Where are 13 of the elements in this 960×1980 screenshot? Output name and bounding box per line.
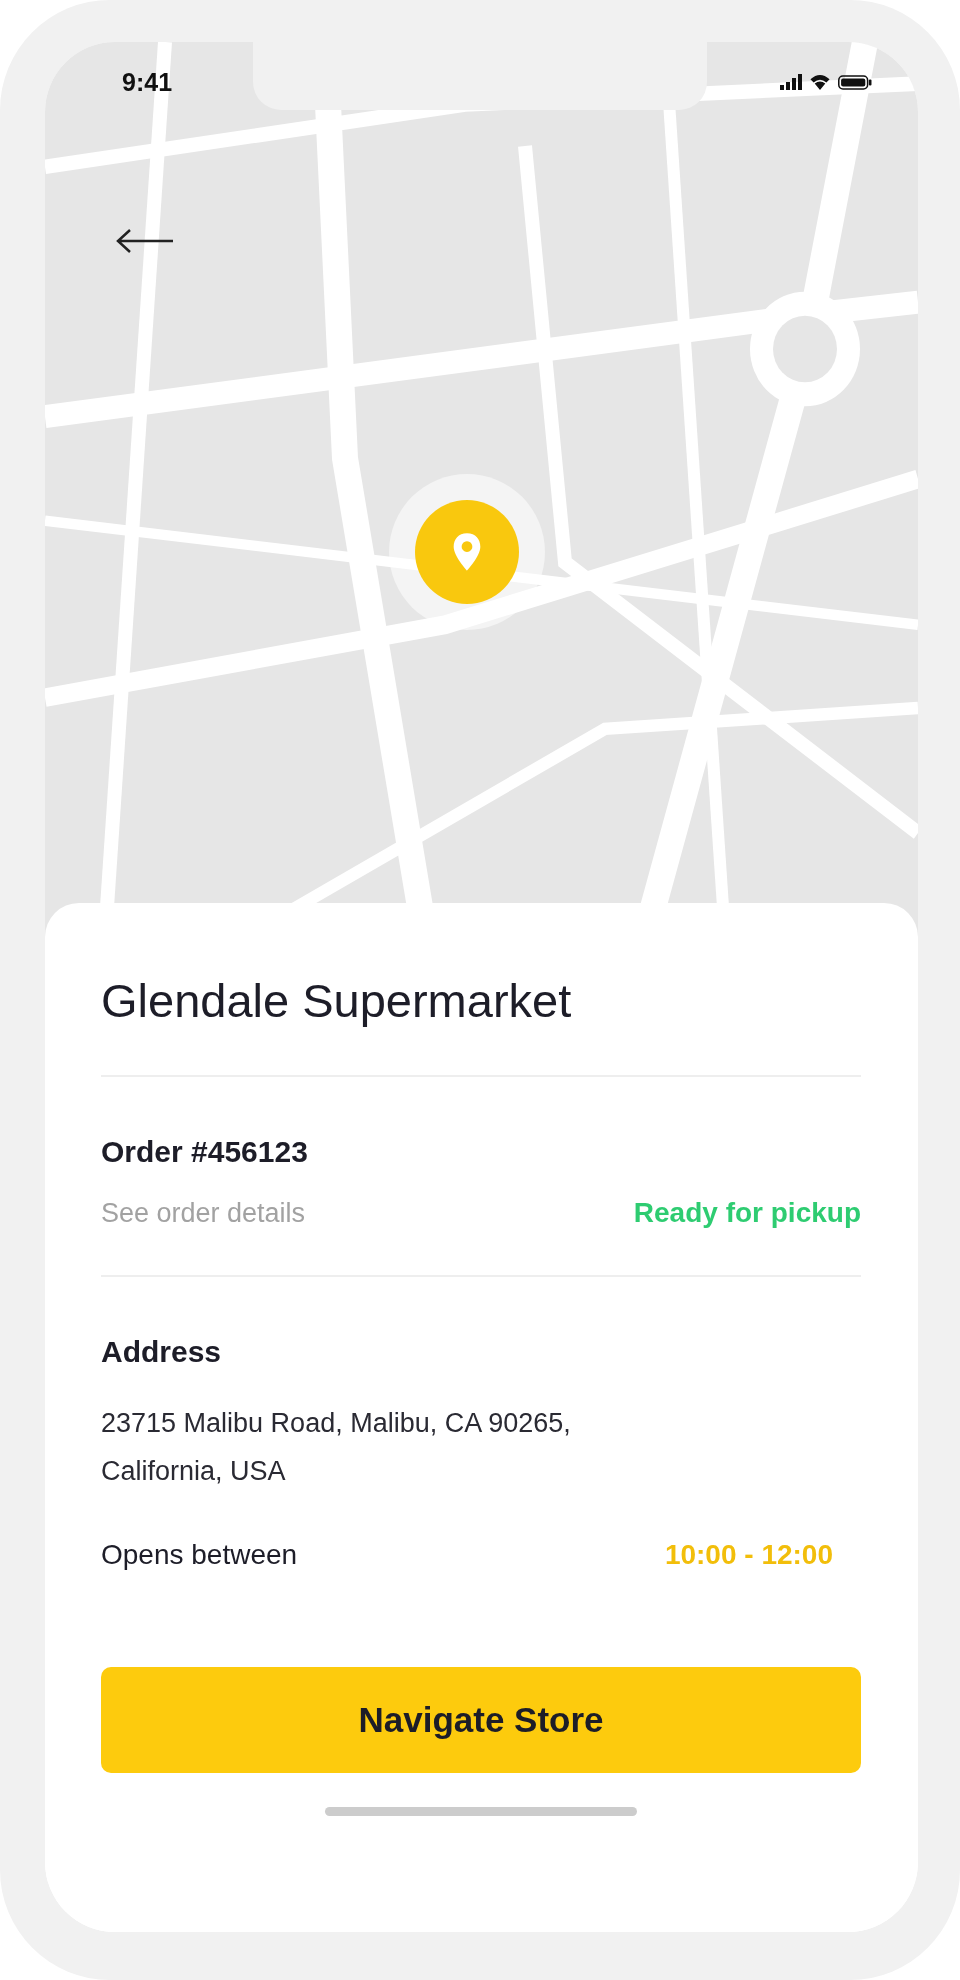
address-text: 23715 Malibu Road, Malibu, CA 90265, California, USA: [101, 1407, 572, 1489]
navigate-store-button[interactable]: Navigate Store: [101, 1667, 861, 1774]
hours-label: Opens between: [101, 1539, 298, 1572]
signal-icon: [780, 74, 802, 90]
order-number: Order #456123: [101, 1135, 309, 1170]
address-heading: Address: [101, 1335, 223, 1370]
opening-hours: 10:00 - 12:00: [664, 1539, 833, 1572]
status-time: 9:41: [122, 67, 173, 97]
battery-icon: [838, 74, 872, 90]
wifi-icon: [810, 73, 830, 91]
order-status: Ready for pickup: [633, 1197, 861, 1230]
back-arrow-icon[interactable]: [116, 228, 174, 254]
store-name: Glendale Supermarket: [101, 973, 573, 1029]
